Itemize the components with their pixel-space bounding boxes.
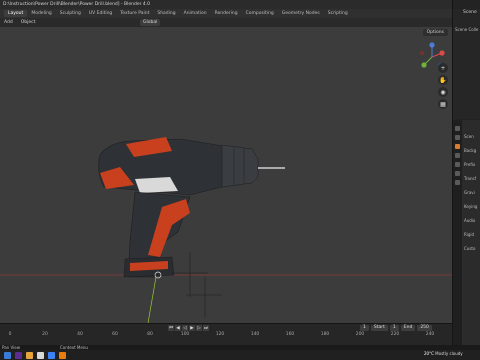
jump-end-icon[interactable]: ⏭ xyxy=(203,325,209,331)
frame-ruler[interactable]: 0 20 40 60 80 100 120 140 160 180 200 220 240 xyxy=(0,332,452,338)
viewport-nav-controls: + ✋ ◉ ▦ xyxy=(438,63,448,109)
zoom-icon[interactable]: + xyxy=(438,63,448,73)
folder-icon[interactable] xyxy=(26,351,33,359)
timeline-tick: 80 xyxy=(147,332,153,337)
gizmo-neg-x xyxy=(420,51,424,55)
tab-geometry-nodes[interactable]: Geometry Nodes xyxy=(278,10,324,17)
object-menu[interactable]: Object xyxy=(17,20,40,25)
timeline-tick: 40 xyxy=(77,332,83,337)
prop-row[interactable]: Keying xyxy=(464,204,477,209)
properties-editor: Scen Backg Prefix Transf Gravi Keying Au… xyxy=(453,120,480,345)
object-tab-icon[interactable] xyxy=(455,162,460,167)
os-taskbar xyxy=(0,350,480,360)
prop-row[interactable]: Prefix xyxy=(464,162,475,167)
right-panel: Scene Scene Colle Scen Backg Prefix Tran… xyxy=(452,0,480,345)
jump-start-icon[interactable]: ⏮ xyxy=(168,325,174,331)
prop-row[interactable]: Custo xyxy=(464,246,475,251)
viewport-header: Add Object Global xyxy=(0,18,452,27)
tab-layout[interactable]: Layout xyxy=(4,10,28,17)
transform-orientation[interactable]: Global xyxy=(140,19,161,26)
gizmo-z-axis xyxy=(429,42,435,48)
tab-animation[interactable]: Animation xyxy=(180,10,211,17)
timeline-tick: 60 xyxy=(112,332,118,337)
3d-viewport[interactable]: Options + ✋ ◉ ▦ xyxy=(0,27,452,323)
menu-bar: Layout Modeling Sculpting UV Editing Tex… xyxy=(0,9,452,18)
tab-sculpting[interactable]: Sculpting xyxy=(56,10,85,17)
timeline-tick: 20 xyxy=(42,332,48,337)
power-drill-model xyxy=(98,137,285,278)
timeline-tick: 100 xyxy=(180,332,190,337)
scene-label: Scene xyxy=(463,10,477,15)
prop-row[interactable]: Scen xyxy=(464,134,474,139)
end-frame-field[interactable]: 250 xyxy=(417,325,432,331)
app-icon[interactable] xyxy=(37,351,44,359)
scene-tab-icon[interactable] xyxy=(455,144,460,149)
gizmo-x-axis xyxy=(439,50,445,56)
tab-modeling[interactable]: Modeling xyxy=(27,10,55,17)
start-frame-field[interactable]: 1 xyxy=(389,325,399,331)
temperature: 20°C xyxy=(424,351,434,356)
timeline-tick: 180 xyxy=(320,332,330,337)
playback-controls: ⏮ ◀ ◁ ▶ ▷ ⏭ xyxy=(168,325,209,331)
tool-tab-icon[interactable] xyxy=(455,126,460,131)
prop-row[interactable]: Backg xyxy=(464,148,476,153)
modifier-tab-icon[interactable] xyxy=(455,171,460,176)
prev-key-icon[interactable]: ◀ xyxy=(175,325,181,331)
world-tab-icon[interactable] xyxy=(455,153,460,158)
render-tab-icon[interactable] xyxy=(455,135,460,140)
timeline-tick: 0 xyxy=(8,332,12,337)
timeline-tick: 160 xyxy=(285,332,295,337)
next-key-icon[interactable]: ▷ xyxy=(196,325,202,331)
tab-texture-paint[interactable]: Texture Paint xyxy=(116,10,153,17)
camera-icon[interactable]: ◉ xyxy=(438,87,448,97)
scene-collection-item[interactable]: Scene Colle xyxy=(455,27,478,32)
gizmo-y-axis xyxy=(421,62,427,68)
properties-tabs xyxy=(453,120,462,345)
start-frame-label: Start xyxy=(370,325,388,331)
end-frame-label: End xyxy=(400,325,416,331)
weather-condition: Mostly cloudy xyxy=(435,351,463,356)
title-bar: D:\Instruction\Power Drill\Blender\Power… xyxy=(0,0,480,9)
timeline-tick: 140 xyxy=(250,332,260,337)
add-menu[interactable]: Add xyxy=(0,20,17,25)
3d-cursor xyxy=(172,252,222,317)
browser-icon[interactable] xyxy=(48,351,55,359)
tab-scripting[interactable]: Scripting xyxy=(324,10,352,17)
workspace-tabs: Layout Modeling Sculpting UV Editing Tex… xyxy=(4,10,352,17)
prop-row[interactable]: Rigid xyxy=(464,232,474,237)
timeline-tick: 220 xyxy=(390,332,400,337)
prop-row[interactable]: Gravi xyxy=(464,190,475,195)
start-icon[interactable] xyxy=(4,351,11,359)
material-tab-icon[interactable] xyxy=(455,180,460,185)
app-icon[interactable] xyxy=(15,351,22,359)
frame-range: 1 Start 1 End 250 xyxy=(360,325,432,331)
scene-canvas[interactable] xyxy=(0,27,452,323)
window-title: D:\Instruction\Power Drill\Blender\Power… xyxy=(3,2,151,7)
options-button[interactable]: Options xyxy=(422,29,448,36)
tab-compositing[interactable]: Compositing xyxy=(242,10,278,17)
y-axis-line xyxy=(147,276,157,323)
prop-row[interactable]: Transf xyxy=(464,176,476,181)
weather-widget[interactable]: 20°C Mostly cloudy xyxy=(424,351,463,356)
tab-rendering[interactable]: Rendering xyxy=(211,10,242,17)
timeline-tick: 200 xyxy=(355,332,365,337)
timeline-tick: 120 xyxy=(215,332,225,337)
tab-shading[interactable]: Shading xyxy=(153,10,179,17)
outliner[interactable]: Scene Scene Colle xyxy=(453,9,480,119)
play-icon[interactable]: ▶ xyxy=(189,325,195,331)
timeline-tick: 240 xyxy=(425,332,435,337)
play-reverse-icon[interactable]: ◁ xyxy=(182,325,188,331)
transform-controls: Global xyxy=(140,19,161,26)
timeline[interactable]: ⏮ ◀ ◁ ▶ ▷ ⏭ 1 Start 1 End 250 0 20 40 60 80 1… xyxy=(0,323,452,345)
current-frame-field[interactable]: 1 xyxy=(360,325,369,331)
prop-row[interactable]: Audio xyxy=(464,218,475,223)
hand-icon[interactable]: ✋ xyxy=(438,75,448,85)
tab-uv-editing[interactable]: UV Editing xyxy=(85,10,116,17)
blender-icon[interactable] xyxy=(59,351,66,359)
grid-icon[interactable]: ▦ xyxy=(438,99,448,109)
